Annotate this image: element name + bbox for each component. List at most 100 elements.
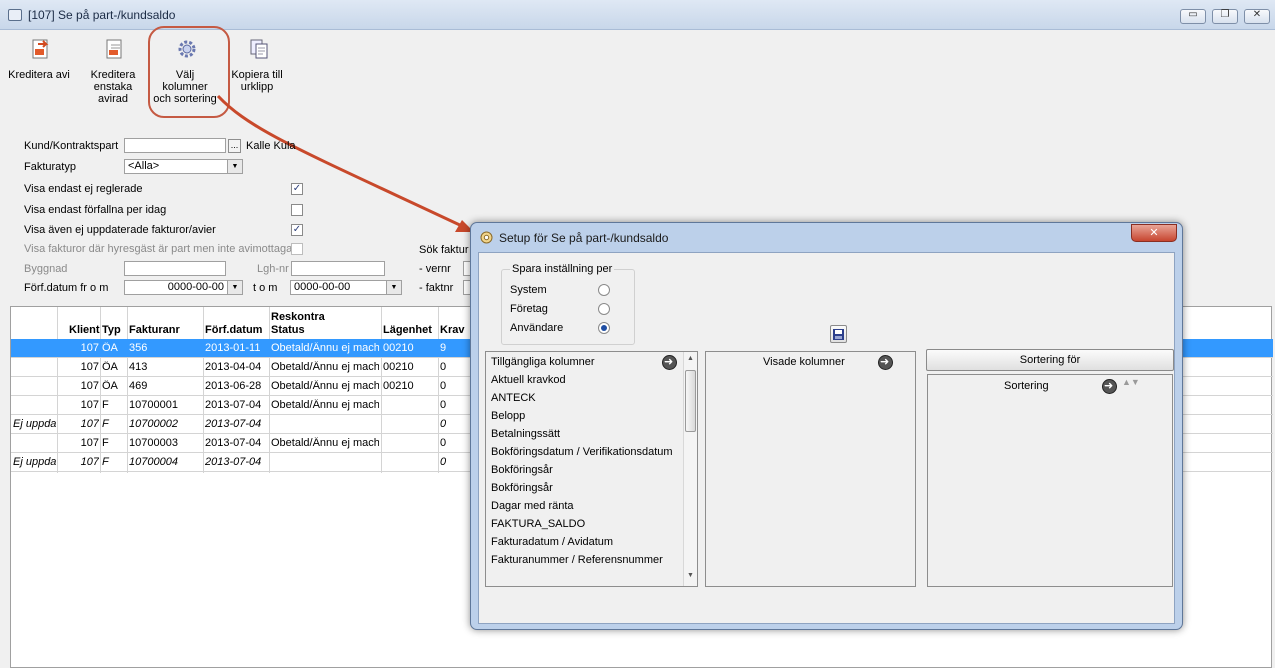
available-scrollbar[interactable]: ▲ ▼ — [683, 352, 697, 586]
radio-foretag[interactable] — [598, 303, 610, 315]
table-cell-fakturanr: 10700001 — [129, 399, 178, 411]
gear-icon — [480, 231, 493, 244]
header-krav[interactable]: Krav — [440, 324, 464, 336]
available-column-item[interactable]: Dagar med ränta — [491, 500, 574, 512]
visa-hyresgast-checkbox[interactable] — [291, 243, 303, 255]
table-cell-typ: F — [102, 418, 109, 430]
visa-forfallna-label: Visa endast förfallna per idag — [24, 204, 167, 216]
chevron-down-icon: ▼ — [227, 160, 242, 173]
radio-anvandare-label: Användare — [510, 322, 564, 334]
save-icon — [833, 329, 844, 340]
lghnr-input[interactable] — [291, 261, 385, 276]
available-column-item[interactable]: Bokföringsår — [491, 482, 553, 494]
table-cell-datum: 2013-07-04 — [205, 418, 262, 430]
table-cell-krav: 0 — [440, 399, 447, 411]
kund-input[interactable] — [124, 138, 226, 153]
sortering-for-button[interactable]: Sortering för — [926, 349, 1174, 371]
header-klient[interactable]: Klient — [69, 324, 100, 336]
header-typ[interactable]: Typ — [102, 324, 121, 336]
table-cell-krav: 9 — [440, 342, 447, 354]
visa-ej-uppdaterade-label: Visa även ej uppdaterade fakturor/avier — [24, 224, 216, 236]
table-cell-datum: 2013-06-28 — [205, 380, 262, 392]
fakturatyp-value: <Alla> — [128, 160, 160, 172]
tom-label: t o m — [253, 282, 278, 294]
table-cell-krav: 0 — [440, 418, 447, 430]
table-cell-status: Obetald/Ännu ej machad — [271, 380, 379, 392]
spara-groupbox: Spara inställning per System Företag Anv… — [501, 263, 635, 345]
available-column-item[interactable]: Bokföringsår — [491, 464, 553, 476]
lghnr-label: Lgh-nr — [257, 263, 289, 275]
table-cell-klient: 107 — [80, 342, 99, 354]
header-reskontra[interactable]: Reskontra — [271, 311, 325, 323]
table-cell-typ: ÖA — [102, 342, 118, 354]
sort-arrow-icon[interactable] — [1102, 379, 1117, 394]
scroll-thumb[interactable] — [685, 370, 696, 432]
dialog-close-button[interactable]: ✕ — [1131, 224, 1177, 242]
radio-anvandare[interactable] — [598, 322, 610, 334]
save-settings-button[interactable] — [830, 325, 847, 343]
table-cell-krav: 0 — [440, 361, 447, 373]
table-cell-fakturanr: 469 — [129, 380, 148, 392]
available-column-item[interactable]: ANTECK — [491, 392, 536, 404]
table-cell-status: Obetald/Ännu ej machad — [271, 437, 379, 449]
byggnad-input[interactable] — [124, 261, 226, 276]
visa-ej-uppdaterade-checkbox[interactable]: ✓ — [291, 224, 303, 236]
scroll-up-icon[interactable]: ▲ — [687, 355, 694, 362]
shown-columns-panel[interactable]: Visade kolumner — [705, 351, 916, 587]
radio-system[interactable] — [598, 284, 610, 296]
table-cell-krav: 0 — [440, 380, 447, 392]
kund-label: Kund/Kontraktspart — [24, 140, 119, 152]
add-column-arrow-icon[interactable] — [662, 355, 677, 370]
kund-name: Kalle Kula — [246, 140, 296, 152]
table-cell-datum: 2013-07-04 — [205, 437, 262, 449]
header-status[interactable]: Status — [271, 324, 305, 336]
available-column-item[interactable]: Fakturanummer / Referensnummer — [491, 554, 663, 566]
available-column-item[interactable]: Bokföringsdatum / Verifikationsdatum — [491, 446, 673, 458]
table-cell-klient: 107 — [80, 437, 99, 449]
table-cell-klient: 107 — [80, 380, 99, 392]
available-column-item[interactable]: Belopp — [491, 410, 525, 422]
table-cell-datum: 2013-04-04 — [205, 361, 262, 373]
available-column-item[interactable]: FAKTURA_SALDO — [491, 518, 585, 530]
table-cell-krav: 0 — [440, 437, 447, 449]
available-columns-panel[interactable]: Tillgängliga kolumner Aktuell kravkod ANT… — [485, 351, 698, 587]
header-forfdatum[interactable]: Förf.datum — [205, 324, 262, 336]
faktnr-label: - faktnr — [419, 282, 454, 294]
header-lagenhet[interactable]: Lägenhet — [383, 324, 432, 336]
table-cell-datum: 2013-01-11 — [205, 342, 261, 354]
forfdatum-to-value: 0000-00-00 — [294, 281, 351, 293]
table-cell-typ: ÖA — [102, 380, 118, 392]
available-column-item[interactable]: Fakturadatum / Avidatum — [491, 536, 613, 548]
table-cell-typ: F — [102, 437, 109, 449]
forfdatum-to-input[interactable]: 0000-00-00 ▼ — [290, 280, 402, 295]
table-cell-lgh: 00210 — [383, 361, 414, 373]
visa-hyresgast-label: Visa fakturor där hyresgäst är part men … — [24, 243, 302, 255]
table-cell-typ: F — [102, 399, 109, 411]
sortering-panel[interactable]: Sortering ▲▼ — [927, 374, 1173, 587]
header-fakturanr[interactable]: Fakturanr — [129, 324, 180, 336]
table-cell-typ: F — [102, 456, 109, 468]
available-columns-header: Tillgängliga kolumner — [491, 356, 595, 368]
kund-browse-button[interactable]: ... — [228, 139, 241, 153]
table-cell-lgh: 00210 — [383, 342, 414, 354]
forfdatum-from-input[interactable]: 0000-00-00 ▼ — [124, 280, 243, 295]
fakturatyp-label: Fakturatyp — [24, 161, 76, 173]
chevron-down-icon: ▼ — [386, 281, 401, 294]
available-column-item[interactable]: Aktuell kravkod — [491, 374, 566, 386]
table-cell-fakturanr: 10700003 — [129, 437, 178, 449]
visa-forfallna-checkbox[interactable] — [291, 204, 303, 216]
table-cell-status: Obetald/Ännu ej machad — [271, 399, 379, 411]
table-cell-c0: Ej uppdaterad — [13, 456, 56, 468]
available-column-item[interactable]: Betalningssätt — [491, 428, 560, 440]
vernr-label: - vernr — [419, 263, 451, 275]
visa-ej-reglerade-checkbox[interactable]: ✓ — [291, 183, 303, 195]
table-cell-status: Obetald/Ännu ej machad — [271, 361, 379, 373]
table-cell-klient: 107 — [80, 456, 99, 468]
fakturatyp-select[interactable]: <Alla> ▼ — [124, 159, 243, 174]
scroll-down-icon[interactable]: ▼ — [687, 572, 694, 579]
table-cell-krav: 0 — [440, 456, 447, 468]
remove-column-arrow-icon[interactable] — [878, 355, 893, 370]
sortering-header: Sortering — [1004, 380, 1049, 392]
sort-order-icon[interactable]: ▲▼ — [1122, 377, 1140, 387]
table-cell-fakturanr: 10700004 — [129, 456, 178, 468]
